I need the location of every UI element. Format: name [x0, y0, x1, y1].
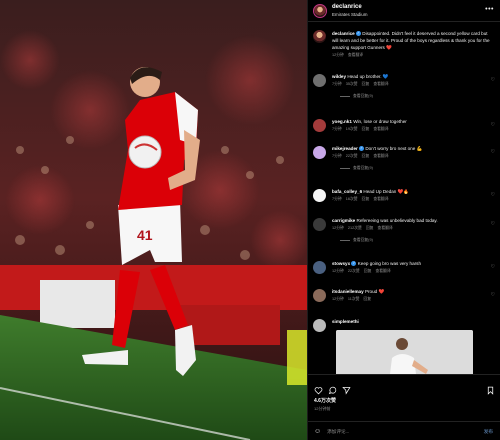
comment-text: Head Up Dedan ❤️🔥 — [363, 189, 410, 194]
comment-time: 7分钟 — [332, 154, 342, 158]
comments-list[interactable]: declanrice ✓ Disappointed. Didn't feel i… — [308, 22, 500, 374]
comment-username[interactable]: wildey — [332, 74, 346, 79]
comment-time: 7分钟 — [332, 82, 342, 86]
comment-likes[interactable]: 35次赞 — [346, 82, 358, 86]
caption-time: 12分钟 — [332, 53, 344, 57]
comment-text: Proud ❤️ — [364, 289, 385, 294]
comment-likes[interactable]: 19次赞 — [346, 127, 358, 131]
post-photo: 41 — [0, 0, 307, 440]
comment-time: 12分钟 — [332, 297, 344, 301]
comment-username[interactable]: itsdaniellemay — [332, 289, 364, 294]
comment-time: 7分钟 — [332, 127, 342, 131]
comment-avatar[interactable] — [313, 74, 326, 87]
comment-text: Keep going bro was very harsh — [357, 261, 422, 266]
reply-link[interactable]: 回复 — [362, 154, 370, 158]
see-translation-link[interactable]: 查看翻译 — [348, 53, 363, 57]
comment-avatar[interactable] — [313, 189, 326, 202]
comment-username[interactable]: carrigmike — [332, 218, 355, 223]
post-comment-button[interactable]: 发布 — [484, 429, 493, 435]
reply-link[interactable]: 回复 — [364, 297, 372, 301]
comment-avatar[interactable] — [313, 261, 326, 274]
caption-username[interactable]: declanrice — [332, 31, 355, 36]
see-translation-link[interactable]: 查看翻译 — [373, 127, 388, 131]
like-comment-heart-icon[interactable]: ♡ — [491, 192, 495, 198]
share-send-icon[interactable] — [342, 382, 351, 400]
like-comment-heart-icon[interactable]: ♡ — [491, 264, 495, 270]
reply-link[interactable]: 回复 — [362, 127, 370, 131]
comment-text: Refereeing was unbelievably bad today. — [356, 218, 438, 223]
see-translation-link[interactable]: 查看翻译 — [373, 82, 388, 86]
verified-badge-icon: ✓ — [359, 146, 365, 152]
shorts-number: 41 — [137, 227, 153, 243]
comment-item: carrigmike Refereeing was unbelievably b… — [313, 218, 498, 243]
comment-time: 12分钟 — [332, 226, 344, 230]
comment-item: yoeg.nk1 Win, lose or draw together 7分钟 … — [313, 119, 498, 132]
comment-likes[interactable]: 11次赞 — [348, 297, 360, 301]
like-comment-heart-icon[interactable]: ♡ — [491, 149, 495, 155]
comment-image[interactable] — [336, 330, 473, 374]
comment-item: stowsyx ✓ Keep going bro was very harsh … — [313, 261, 498, 274]
post-actions: 4.6万次赞 12分钟前 ☺ 发布 — [308, 374, 500, 440]
add-comment-bar: ☺ 发布 — [308, 421, 500, 440]
author-username[interactable]: declanrice — [332, 4, 368, 11]
comment-item: itsdaniellemay Proud ❤️ 12分钟 11次赞 回复 ♡ — [313, 289, 498, 302]
comment-likes[interactable]: 22次赞 — [346, 154, 358, 158]
comment-username[interactable]: mikejreader — [332, 146, 358, 151]
see-translation-link[interactable]: 查看翻译 — [375, 269, 390, 273]
comment-time: 12分钟 — [332, 269, 344, 273]
comment-item: wildey Head up brother. 💙 7分钟 35次赞 回复 查看… — [313, 74, 498, 99]
comment-username[interactable]: yoeg.nk1 — [332, 119, 352, 124]
post-header: declanrice Emirates Stadium ••• — [308, 0, 500, 22]
post-caption: declanrice ✓ Disappointed. Didn't feel i… — [313, 30, 493, 59]
like-count[interactable]: 4.6万次赞 — [314, 397, 336, 404]
comment-avatar[interactable] — [313, 289, 326, 302]
verified-badge-icon: ✓ — [351, 261, 357, 267]
post-detail-panel: declanrice Emirates Stadium ••• declanri… — [307, 0, 500, 440]
view-replies-link[interactable]: 查看回复(9) — [340, 237, 482, 243]
see-translation-link[interactable]: 查看翻译 — [373, 154, 388, 158]
view-replies-link[interactable]: 查看回复(9) — [340, 93, 482, 99]
comment-likes[interactable]: 16次赞 — [346, 197, 358, 201]
caption-avatar[interactable] — [313, 30, 326, 43]
verified-badge-icon: ✓ — [356, 31, 362, 37]
player-photo-image: 41 — [0, 0, 307, 440]
comment-item: bafa_colley_6 Head Up Dedan ❤️🔥 7分钟 16次赞… — [313, 189, 498, 202]
comment-username[interactable]: bafa_colley_6 — [332, 189, 362, 194]
comment-text: Head up brother. 💙 — [347, 74, 389, 79]
comment-item: mikejreader ✓ Don't worry bro next one 💪… — [313, 146, 498, 171]
comment-input[interactable] — [327, 429, 458, 434]
comment-text: Don't worry bro next one 💪 — [365, 146, 423, 151]
comment-avatar[interactable] — [313, 319, 326, 332]
comment-time: 7分钟 — [332, 197, 342, 201]
comment-avatar[interactable] — [313, 218, 326, 231]
comment-avatar[interactable] — [313, 146, 326, 159]
comment-text: Win, lose or draw together — [353, 119, 407, 124]
more-options-icon[interactable]: ••• — [485, 6, 494, 13]
like-comment-heart-icon[interactable]: ♡ — [491, 122, 495, 128]
reply-link[interactable]: 回复 — [362, 82, 370, 86]
reply-link[interactable]: 回复 — [366, 226, 374, 230]
like-comment-heart-icon[interactable]: ♡ — [491, 221, 495, 227]
reply-link[interactable]: 回复 — [362, 197, 370, 201]
see-translation-link[interactable]: 查看翻译 — [373, 197, 388, 201]
post-location[interactable]: Emirates Stadium — [332, 11, 368, 18]
comment-likes[interactable]: 22次赞 — [348, 269, 360, 273]
bookmark-icon[interactable] — [486, 382, 495, 400]
comment-avatar[interactable] — [313, 119, 326, 132]
comment-likes[interactable]: 212次赞 — [348, 226, 362, 230]
like-comment-heart-icon[interactable]: ♡ — [491, 77, 495, 83]
reply-link[interactable]: 回复 — [364, 269, 372, 273]
see-translation-link[interactable]: 查看翻译 — [378, 226, 393, 230]
person-photo-image — [336, 330, 473, 374]
emoji-icon[interactable]: ☺ — [314, 428, 321, 435]
author-avatar[interactable] — [313, 3, 327, 18]
view-replies-link[interactable]: 查看回复(9) — [340, 165, 482, 171]
post-time: 12分钟前 — [314, 406, 331, 411]
comment-username[interactable]: simplemethi — [332, 319, 359, 324]
comment-username[interactable]: stowsyx — [332, 261, 350, 266]
like-comment-heart-icon[interactable]: ♡ — [491, 292, 495, 298]
